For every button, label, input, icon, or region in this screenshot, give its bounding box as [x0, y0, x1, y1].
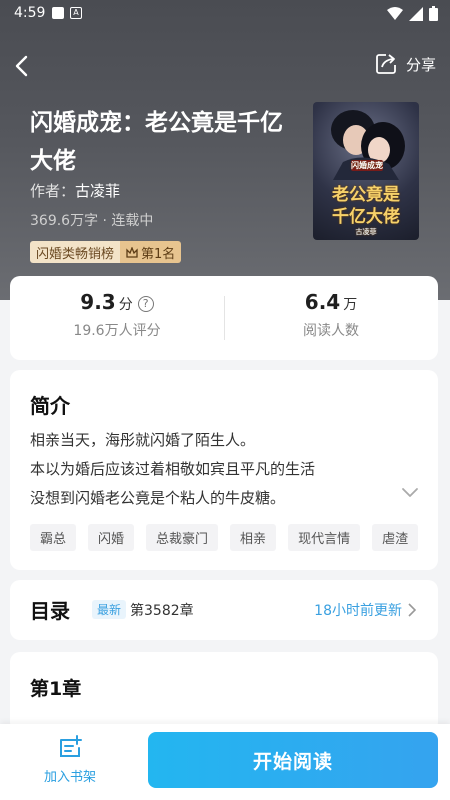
tag-chip[interactable]: 现代言情	[288, 524, 361, 551]
tag-chip[interactable]: 闪婚	[88, 524, 135, 551]
readers-label: 阅读人数	[303, 323, 359, 339]
update-time: 18小时前更新	[314, 600, 416, 620]
back-arrow-icon	[15, 55, 28, 77]
cover-author: 古凌菲	[355, 228, 377, 236]
chevron-right-icon	[408, 603, 416, 617]
intro-title: 简介	[30, 394, 70, 418]
rank-position: 第1名	[120, 241, 182, 263]
tag-list: 霸总 闪婚 总裁豪门 相亲 现代言情 虐渣	[30, 524, 419, 551]
add-to-shelf-button[interactable]: 加入书架	[28, 734, 112, 785]
intro-card[interactable]: 简介 相亲当天，海彤就闪婚了陌生人。 本以为婚后应该过着相敬如宾且平凡的生活 没…	[10, 370, 438, 570]
tag-chip[interactable]: 总裁豪门	[146, 524, 219, 551]
rating-stat[interactable]: 9.3 分? 19.6万人评分	[10, 290, 224, 340]
share-icon	[376, 54, 396, 74]
tag-chip[interactable]: 霸总	[30, 524, 77, 551]
book-meta: 369.6万字 · 连载中	[30, 213, 154, 229]
bottom-action-bar: 加入书架 开始阅读	[0, 724, 450, 800]
signal-icon	[409, 6, 423, 21]
status-bar: 4:59 A	[0, 0, 450, 28]
cover-tag: 闪婚成宠	[351, 160, 383, 171]
book-cover: 闪婚成宠 老公竟是 千亿大佬 古凌菲	[313, 102, 419, 240]
wifi-icon	[387, 6, 403, 20]
status-time: 4:59	[14, 5, 46, 21]
tag-chip[interactable]: 相亲	[230, 524, 277, 551]
book-author[interactable]: 作者：古凌菲	[30, 180, 120, 201]
intro-line: 本以为婚后应该过着相敬如宾且平凡的生活	[30, 460, 316, 478]
keyboard-icon: A	[70, 7, 82, 19]
table-of-contents-row[interactable]: 目录 最新 第3582章 18小时前更新	[10, 580, 438, 640]
readers-unit: 万	[343, 297, 358, 313]
toc-title: 目录	[30, 599, 70, 623]
cover-title-line2: 千亿大佬	[332, 207, 400, 227]
author-prefix: 作者：	[30, 182, 76, 200]
tag-chip[interactable]: 虐渣	[372, 524, 419, 551]
rating-score: 9.3	[80, 290, 116, 314]
rating-count: 19.6万人评分	[73, 323, 161, 339]
crown-icon	[126, 246, 138, 258]
book-title: 闪婚成宠：老公竟是千亿大佬	[30, 110, 283, 174]
latest-badge: 最新	[92, 600, 127, 619]
start-reading-button[interactable]: 开始阅读	[148, 732, 438, 788]
help-icon[interactable]: ?	[137, 296, 154, 312]
readers-stat: 6.4 万 阅读人数	[224, 290, 438, 340]
stats-card: 9.3 分? 19.6万人评分 6.4 万 阅读人数	[10, 276, 438, 360]
intro-line: 相亲当天，海彤就闪婚了陌生人。	[30, 431, 256, 449]
chapter-title: 第1章	[30, 678, 82, 700]
rank-category: 闪婚类畅销榜	[30, 241, 121, 263]
battery-icon	[429, 6, 438, 21]
back-button[interactable]	[10, 50, 40, 82]
intro-text: 相亲当天，海彤就闪婚了陌生人。 本以为婚后应该过着相敬如宾且平凡的生活 没想到闪…	[30, 426, 315, 513]
bookshelf-add-icon	[60, 735, 82, 757]
latest-chapter: 第3582章	[130, 603, 194, 619]
rank-badge[interactable]: 闪婚类畅销榜 第1名	[30, 241, 182, 263]
chapter-preview[interactable]: 第1章	[10, 652, 438, 732]
rank-position-label: 第1名	[141, 246, 176, 262]
rating-unit: 分	[118, 297, 133, 313]
readers-count: 6.4	[304, 290, 341, 314]
top-nav: 分享	[0, 44, 450, 88]
chevron-down-icon[interactable]	[400, 486, 420, 500]
author-name: 古凌菲	[75, 182, 121, 200]
share-button[interactable]: 分享	[374, 52, 436, 76]
add-to-shelf-label: 加入书架	[43, 770, 96, 785]
update-time-label: 18小时前更新	[314, 603, 402, 619]
intro-line: 没想到闪婚老公竟是个粘人的牛皮糖。	[30, 489, 286, 507]
notification-icon	[52, 7, 64, 19]
share-label: 分享	[405, 55, 436, 74]
